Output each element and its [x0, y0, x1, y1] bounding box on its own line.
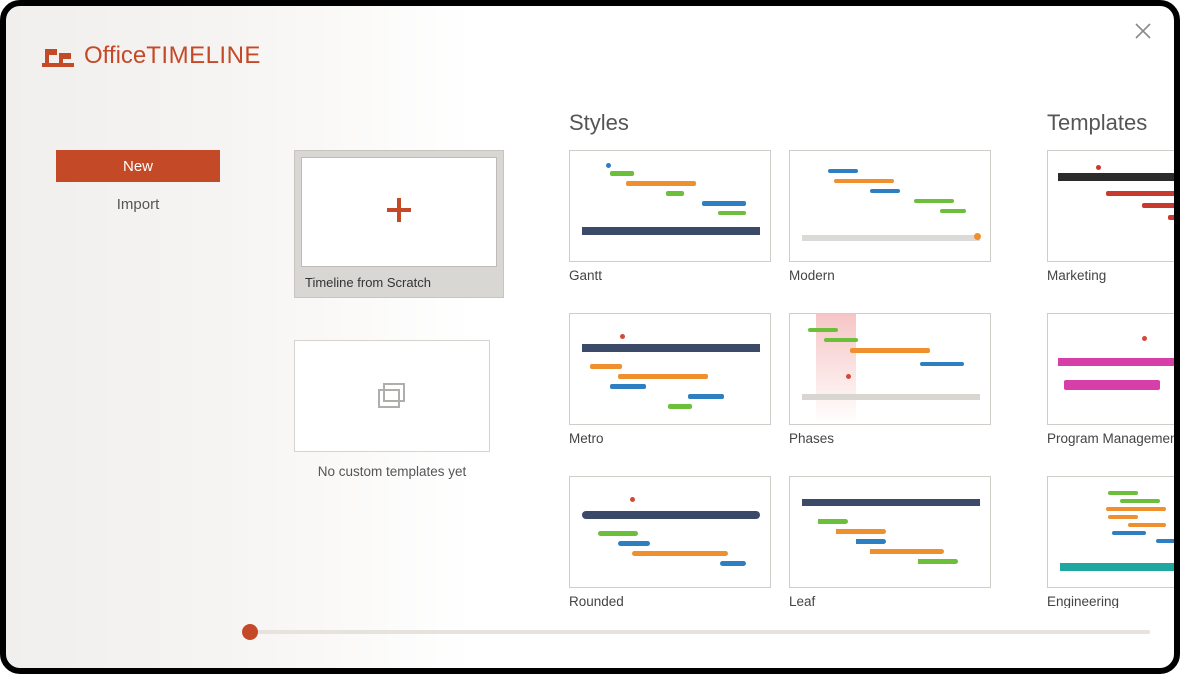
plus-icon — [383, 194, 415, 231]
template-card-marketing[interactable]: Marketing — [1047, 150, 1174, 283]
template-thumb-pm — [1047, 313, 1174, 425]
style-thumb-phases — [789, 313, 991, 425]
content-area: Timeline from Scratch No custom template… — [294, 110, 1174, 608]
style-card-metro[interactable]: Metro — [569, 313, 771, 446]
template-card-engineering[interactable]: Engineering — [1047, 476, 1174, 608]
stack-icon — [375, 381, 409, 411]
logo-icon — [42, 45, 74, 67]
template-label: Program Management — [1047, 431, 1174, 446]
horizontal-scrollbar[interactable] — [246, 630, 1150, 634]
style-label: Leaf — [789, 594, 991, 608]
left-nav: New Import — [56, 150, 220, 220]
scratch-label: Timeline from Scratch — [301, 275, 431, 290]
templates-column: Templates Marketing — [1047, 110, 1174, 608]
styles-title: Styles — [569, 110, 1009, 136]
templates-grid: Marketing Program Management — [1047, 150, 1174, 608]
style-thumb-gantt — [569, 150, 771, 262]
style-label: Metro — [569, 431, 771, 446]
styles-column: Styles Gantt — [569, 110, 1009, 608]
style-label: Rounded — [569, 594, 771, 608]
style-card-phases[interactable]: Phases — [789, 313, 991, 446]
template-thumb-engineering — [1047, 476, 1174, 588]
app-logo: OfficeTIMELINE — [42, 42, 261, 70]
style-thumb-leaf — [789, 476, 991, 588]
custom-templates-empty-label: No custom templates yet — [294, 464, 490, 479]
template-card-program-management[interactable]: Program Management — [1047, 313, 1174, 446]
scratch-column: Timeline from Scratch No custom template… — [294, 150, 504, 479]
styles-grid: Gantt Modern — [569, 150, 1009, 608]
nav-import[interactable]: Import — [56, 188, 220, 220]
templates-title: Templates — [1047, 110, 1174, 136]
scrollbar-thumb[interactable] — [242, 624, 258, 640]
style-label: Gantt — [569, 268, 771, 283]
style-card-gantt[interactable]: Gantt — [569, 150, 771, 283]
style-card-rounded[interactable]: Rounded — [569, 476, 771, 608]
style-card-modern[interactable]: Modern — [789, 150, 991, 283]
style-thumb-modern — [789, 150, 991, 262]
style-label: Phases — [789, 431, 991, 446]
logo-text: OfficeTIMELINE — [84, 42, 261, 70]
timeline-from-scratch-card[interactable]: Timeline from Scratch — [294, 150, 504, 298]
style-thumb-metro — [569, 313, 771, 425]
template-thumb-marketing — [1047, 150, 1174, 262]
app-window: OfficeTIMELINE New Import Timeline from … — [0, 0, 1180, 674]
close-icon — [1134, 22, 1152, 40]
style-label: Modern — [789, 268, 991, 283]
style-thumb-rounded — [569, 476, 771, 588]
nav-new[interactable]: New — [56, 150, 220, 182]
close-button[interactable] — [1134, 22, 1152, 40]
scratch-preview — [301, 157, 497, 267]
custom-templates-empty — [294, 340, 490, 452]
style-card-leaf[interactable]: Leaf — [789, 476, 991, 608]
template-label: Marketing — [1047, 268, 1174, 283]
template-label: Engineering — [1047, 594, 1174, 608]
